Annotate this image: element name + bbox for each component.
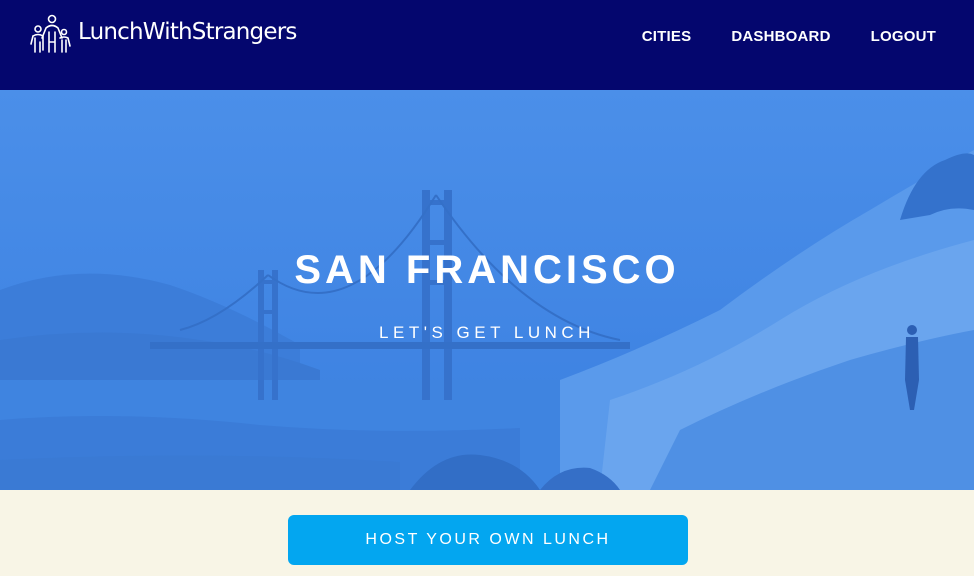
brand-name: LunchWithStrangers: [78, 19, 297, 45]
city-title: SAN FRANCISCO: [294, 248, 680, 292]
main-nav: CITIES DASHBOARD LOGOUT: [642, 28, 936, 45]
hero-tagline: LET'S GET LUNCH: [379, 323, 595, 342]
brand-logo-link[interactable]: LunchWithStrangers: [24, 14, 297, 54]
cta-section: HOST YOUR OWN LUNCH: [0, 490, 974, 576]
host-lunch-button[interactable]: HOST YOUR OWN LUNCH: [288, 515, 688, 565]
people-group-icon: [30, 14, 71, 53]
navbar: LunchWithStrangers CITIES DASHBOARD LOGO…: [0, 0, 974, 90]
hero-banner: SAN FRANCISCO LET'S GET LUNCH: [0, 90, 974, 490]
nav-logout-link[interactable]: LOGOUT: [871, 28, 936, 45]
nav-dashboard-link[interactable]: DASHBOARD: [731, 28, 830, 45]
nav-cities-link[interactable]: CITIES: [642, 28, 692, 45]
